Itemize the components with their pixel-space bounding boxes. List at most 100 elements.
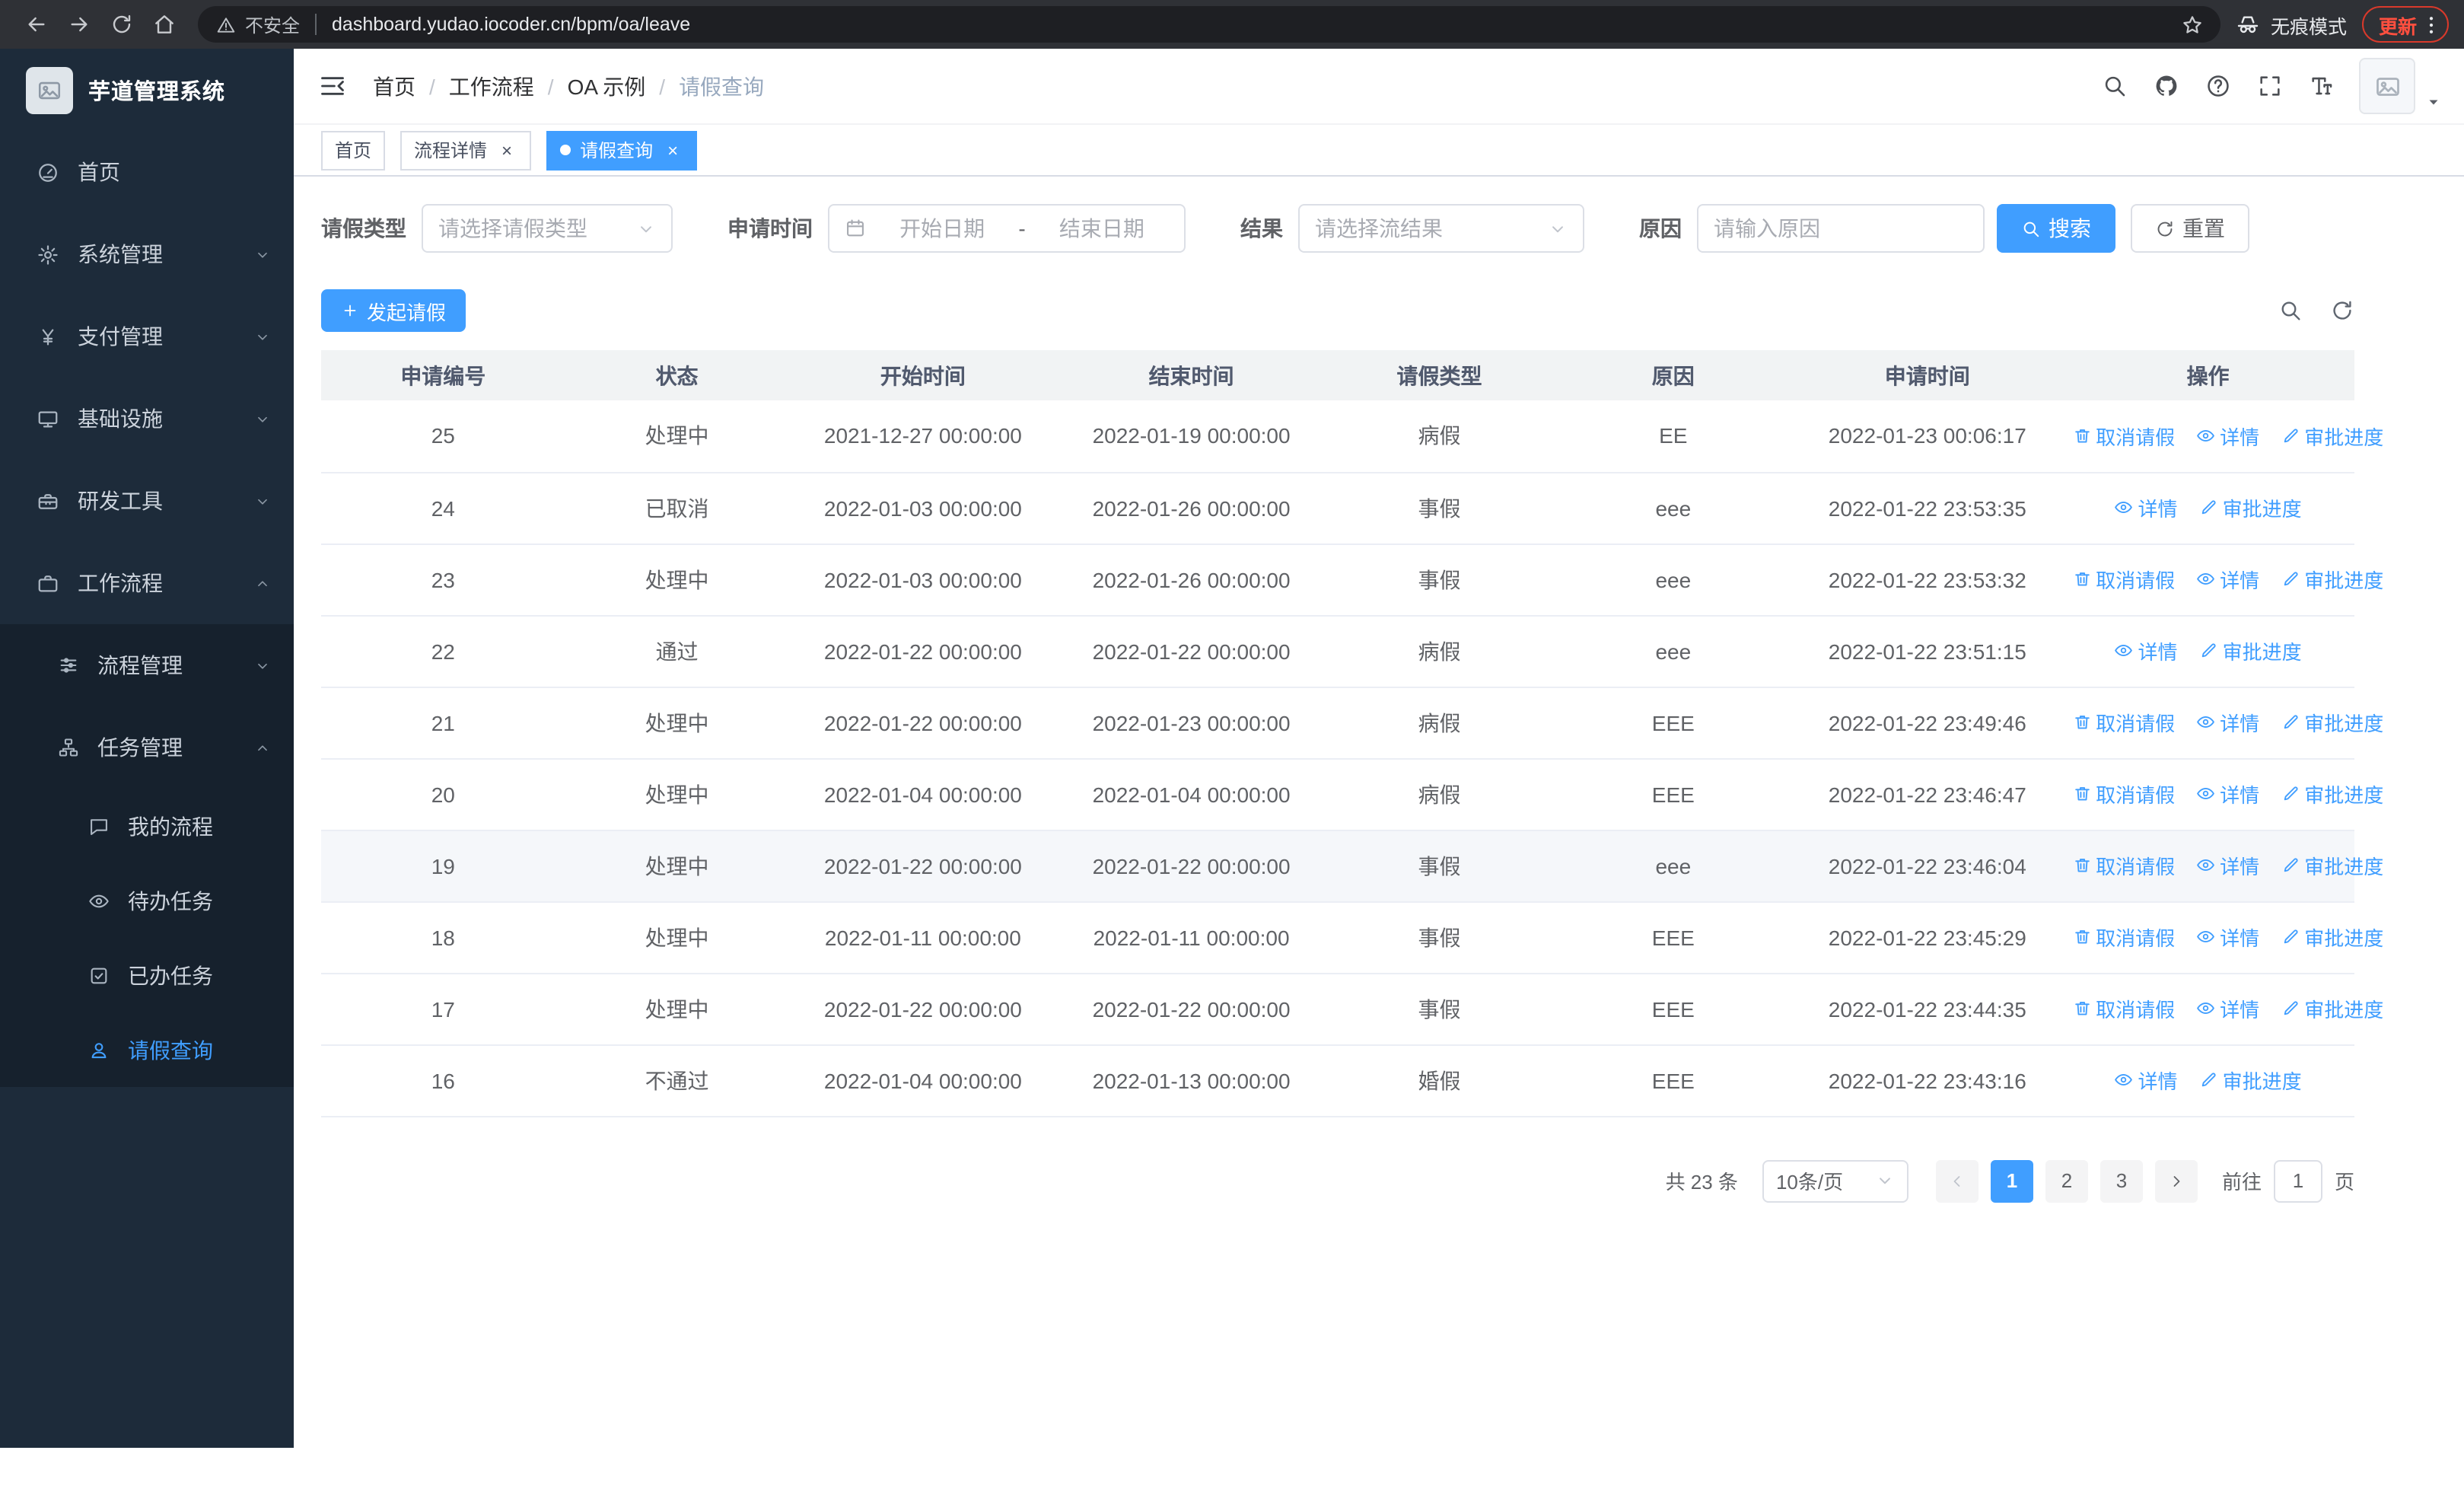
sidebar-item-system-management[interactable]: 系统管理	[0, 213, 294, 295]
user-menu[interactable]	[2359, 58, 2443, 114]
sidebar-item-dev-tools[interactable]: 研发工具	[0, 460, 294, 542]
cell-status: 处理中	[565, 758, 789, 830]
detail-action-link[interactable]: 详情	[2115, 493, 2178, 522]
update-chip[interactable]: 更新	[2361, 6, 2449, 43]
toggle-search-button[interactable]	[2278, 298, 2303, 323]
sidebar-item-process-management[interactable]: 流程管理	[0, 624, 294, 706]
cell-reason: EEE	[1553, 687, 1794, 759]
browser-forward-button[interactable]	[58, 3, 100, 46]
sidebar-item-leave-query[interactable]: 请假查询	[0, 1012, 294, 1087]
cancel-action-link[interactable]: 取消请假	[2072, 565, 2175, 594]
progress-action-link[interactable]: 审批进度	[2281, 851, 2383, 880]
browser-reload-button[interactable]	[100, 3, 143, 46]
page-button-1[interactable]: 1	[1990, 1159, 2033, 1202]
cell-start-time: 2022-01-22 00:00:00	[788, 615, 1058, 687]
cell-start-time: 2022-01-11 00:00:00	[788, 901, 1058, 974]
browser-back-button[interactable]	[15, 3, 58, 46]
cell-id: 19	[321, 830, 565, 902]
leave-type-select[interactable]: 请选择请假类型	[422, 204, 673, 253]
page-size-select[interactable]: 10条/页	[1762, 1159, 1908, 1202]
sidebar-item-task-management[interactable]: 任务管理	[0, 706, 294, 789]
detail-action-link[interactable]: 详情	[2196, 422, 2259, 451]
breadcrumb-separator: /	[659, 74, 666, 98]
cancel-action-link[interactable]: 取消请假	[2072, 994, 2175, 1023]
chat-icon	[88, 815, 110, 837]
github-button[interactable]	[2146, 66, 2185, 106]
page-button-2[interactable]: 2	[2045, 1159, 2088, 1202]
progress-action-link[interactable]: 审批进度	[2281, 923, 2383, 952]
edit-icon	[2199, 499, 2218, 518]
chevron-down-icon	[254, 246, 271, 263]
close-tab-icon[interactable]: ×	[662, 139, 683, 161]
detail-action-link[interactable]: 详情	[2196, 565, 2259, 594]
progress-action-link[interactable]: 审批进度	[2281, 565, 2383, 594]
address-bar[interactable]: 不安全 dashboard.yudao.iocoder.cn/bpm/oa/le…	[198, 6, 2220, 43]
reason-input[interactable]	[1697, 204, 1985, 253]
cancel-action-link[interactable]: 取消请假	[2072, 708, 2175, 737]
cell-apply-time: 2022-01-22 23:44:35	[1793, 973, 2062, 1045]
cell-actions: 取消请假 详情 审批进度	[2061, 830, 2383, 902]
kebab-menu-icon[interactable]	[2420, 13, 2443, 36]
cell-id: 16	[321, 1044, 565, 1117]
header-search-button[interactable]	[2094, 66, 2134, 106]
security-indicator[interactable]: 不安全	[216, 11, 300, 37]
app-logo[interactable]: 芋道管理系统	[0, 49, 294, 131]
search-button[interactable]: 搜索	[1997, 204, 2115, 253]
user-avatar[interactable]	[2359, 58, 2415, 114]
prev-page-button[interactable]	[1935, 1159, 1979, 1202]
goto-page-input[interactable]	[2273, 1159, 2322, 1202]
sidebar-item-my-process[interactable]: 我的流程	[0, 789, 294, 863]
sidebar-item-done-task[interactable]: 已办任务	[0, 938, 294, 1012]
tab-process-detail[interactable]: 流程详情 ×	[400, 130, 532, 170]
sidebar-item-todo-task[interactable]: 待办任务	[0, 863, 294, 938]
sidebar-item-payment-management[interactable]: 支付管理	[0, 295, 294, 378]
cancel-action-link[interactable]: 取消请假	[2072, 779, 2175, 808]
apply-time-range-picker[interactable]: 开始日期 - 结束日期	[828, 204, 1186, 253]
reset-button[interactable]: 重置	[2131, 204, 2249, 253]
detail-action-link[interactable]: 详情	[2196, 851, 2259, 880]
progress-action-link[interactable]: 审批进度	[2281, 779, 2383, 808]
close-tab-icon[interactable]: ×	[496, 139, 517, 161]
next-page-button[interactable]	[2154, 1159, 2198, 1202]
detail-action-link[interactable]: 详情	[2196, 708, 2259, 737]
cancel-action-link[interactable]: 取消请假	[2072, 851, 2175, 880]
progress-action-link[interactable]: 审批进度	[2281, 422, 2383, 451]
detail-action-link[interactable]: 详情	[2196, 779, 2259, 808]
table-toolbar: 发起请假	[321, 289, 2354, 332]
progress-action-link[interactable]: 审批进度	[2281, 994, 2383, 1023]
sidebar-item-workflow[interactable]: 工作流程	[0, 542, 294, 624]
progress-action-link[interactable]: 审批进度	[2199, 1066, 2302, 1095]
breadcrumb-item[interactable]: OA 示例	[568, 71, 646, 101]
bookmark-star-icon[interactable]	[2175, 6, 2211, 43]
edit-icon	[2281, 570, 2300, 589]
result-select[interactable]: 请选择流结果	[1298, 204, 1584, 253]
font-size-button[interactable]	[2301, 66, 2341, 106]
eye-icon	[2196, 570, 2215, 589]
sidebar-toggle-button[interactable]	[318, 72, 347, 100]
create-leave-button[interactable]: 发起请假	[321, 289, 466, 332]
table-row: 23 处理中 2022-01-03 00:00:00 2022-01-26 00:00…	[321, 543, 2383, 616]
eye-icon	[2115, 642, 2134, 661]
breadcrumb-item[interactable]: 工作流程	[449, 71, 534, 101]
cancel-action-link[interactable]: 取消请假	[2072, 422, 2175, 451]
refresh-table-button[interactable]	[2330, 298, 2354, 323]
tab-leave-query[interactable]: 请假查询 ×	[546, 130, 698, 170]
reload-icon	[110, 12, 134, 37]
breadcrumb-item[interactable]: 首页	[373, 71, 415, 101]
sidebar-item-home[interactable]: 首页	[0, 131, 294, 213]
progress-action-link[interactable]: 审批进度	[2199, 636, 2302, 665]
detail-action-link[interactable]: 详情	[2196, 923, 2259, 952]
sidebar-item-infrastructure[interactable]: 基础设施	[0, 378, 294, 460]
detail-action-link[interactable]: 详情	[2196, 994, 2259, 1023]
help-button[interactable]	[2198, 66, 2237, 106]
detail-action-link[interactable]: 详情	[2115, 1066, 2178, 1095]
detail-action-link[interactable]: 详情	[2115, 636, 2178, 665]
progress-action-link[interactable]: 审批进度	[2199, 493, 2302, 522]
fullscreen-button[interactable]	[2249, 66, 2289, 106]
tab-home[interactable]: 首页	[321, 130, 386, 170]
browser-home-button[interactable]	[143, 3, 186, 46]
chevron-down-icon	[254, 328, 271, 345]
cancel-action-link[interactable]: 取消请假	[2072, 923, 2175, 952]
progress-action-link[interactable]: 审批进度	[2281, 708, 2383, 737]
page-button-3[interactable]: 3	[2099, 1159, 2143, 1202]
